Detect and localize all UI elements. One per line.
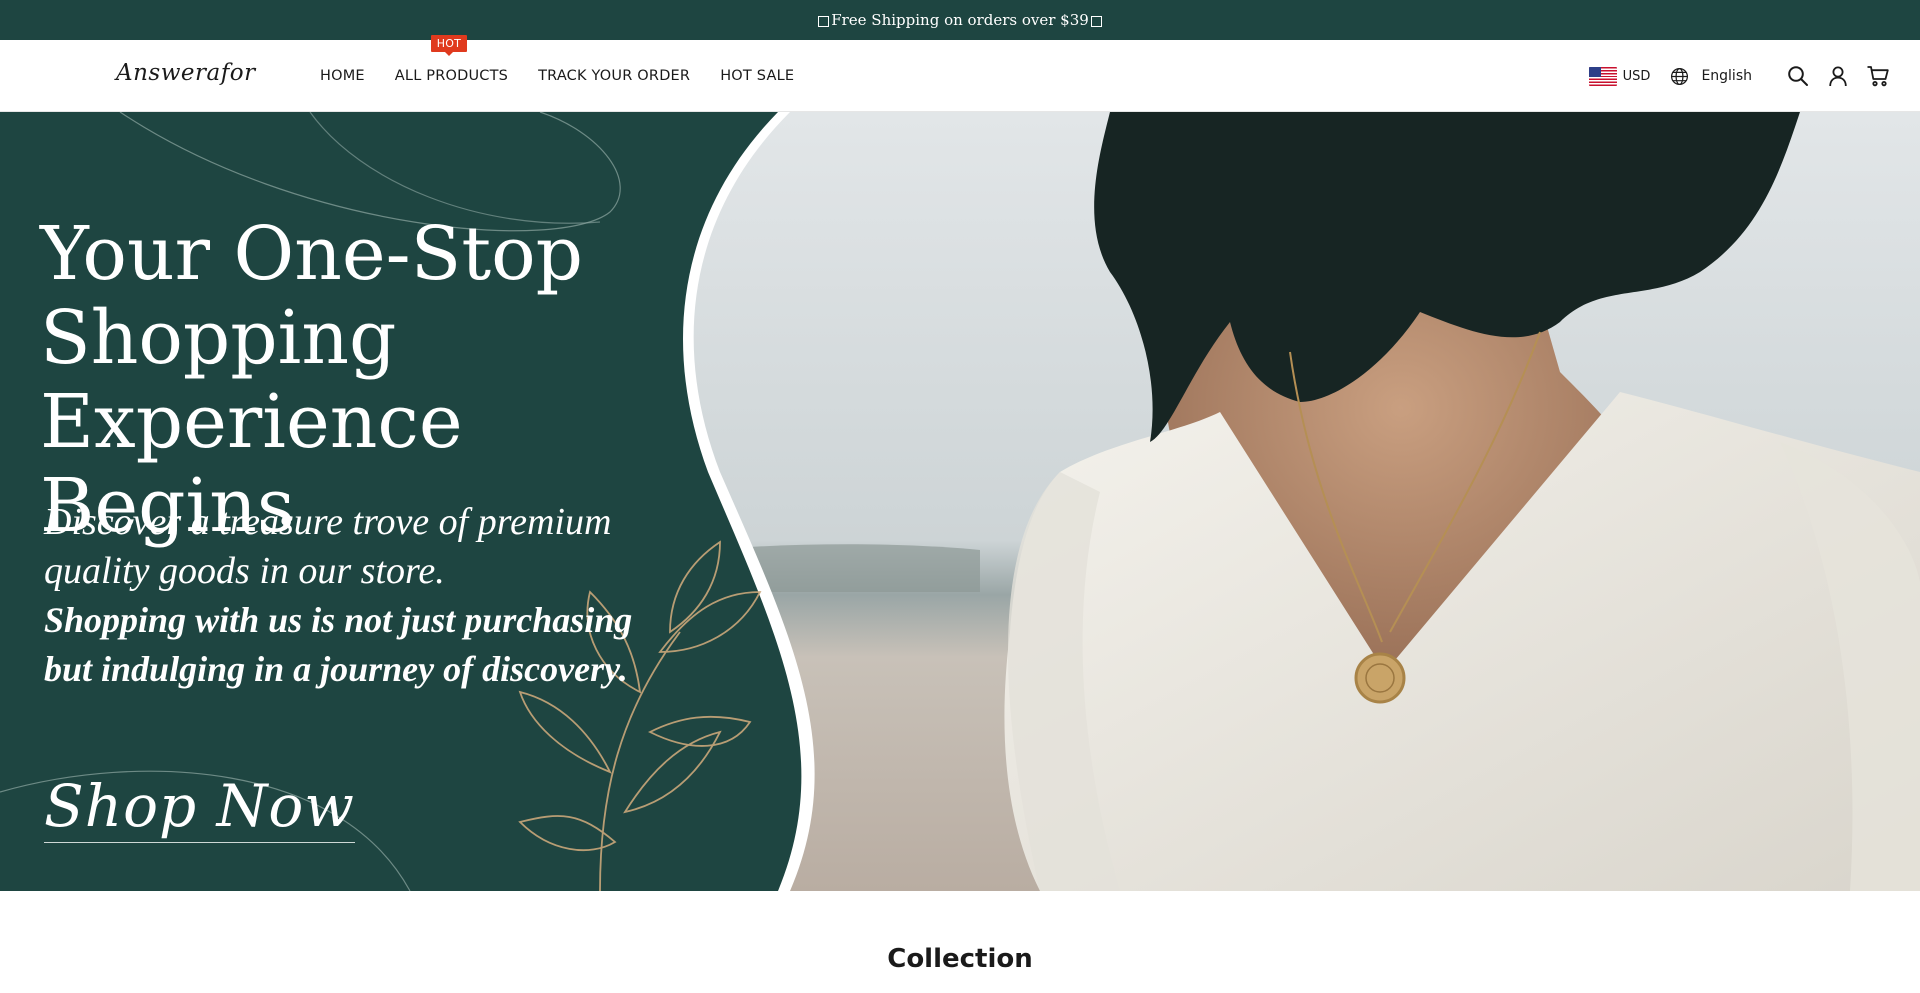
language-selector[interactable]: English <box>1670 67 1752 86</box>
nav-hot-sale[interactable]: HOT SALE <box>720 68 794 84</box>
announcement-bar: Free Shipping on orders over $39 <box>0 0 1920 40</box>
nav-home[interactable]: HOME <box>320 68 365 84</box>
search-button[interactable] <box>1786 64 1810 88</box>
cart-button[interactable] <box>1866 64 1890 88</box>
search-icon <box>1788 66 1808 86</box>
shop-now-button[interactable]: Shop Now <box>44 772 355 843</box>
logo[interactable]: Answerafor <box>116 60 256 86</box>
box-glyph-icon <box>818 15 830 27</box>
hero-subtitle: Discover a treasure trove of premium qua… <box>44 501 612 592</box>
currency-selector[interactable]: USD <box>1588 66 1651 86</box>
account-icon <box>1829 66 1847 87</box>
site-header: Answerafor HOME HOT ALL PRODUCTS TRACK Y… <box>0 35 1920 112</box>
hero-banner: Your One-Stop Shopping Experience Begins… <box>0 112 1920 891</box>
collection-heading: Collection <box>887 944 1033 974</box>
hot-badge: HOT <box>430 35 468 56</box>
language-label: English <box>1701 68 1752 84</box>
nav-all-products-label: ALL PRODUCTS <box>394 68 509 84</box>
cart-icon <box>1867 66 1889 87</box>
main-nav: HOME HOT ALL PRODUCTS TRACK YOUR ORDER H… <box>320 35 824 112</box>
currency-label: USD <box>1622 68 1651 84</box>
nav-track-order[interactable]: TRACK YOUR ORDER <box>538 68 690 84</box>
account-button[interactable] <box>1826 64 1850 88</box>
nav-all-products[interactable]: HOT ALL PRODUCTS <box>394 35 509 84</box>
globe-icon <box>1671 67 1689 85</box>
announcement-text: Free Shipping on orders over $39 <box>831 11 1089 29</box>
box-glyph-icon <box>1090 15 1102 27</box>
hero-subtitle-bold: Shopping with us is not just purchasing … <box>44 600 633 689</box>
header-actions: USD English <box>1588 40 1890 112</box>
us-flag-icon <box>1588 66 1617 86</box>
